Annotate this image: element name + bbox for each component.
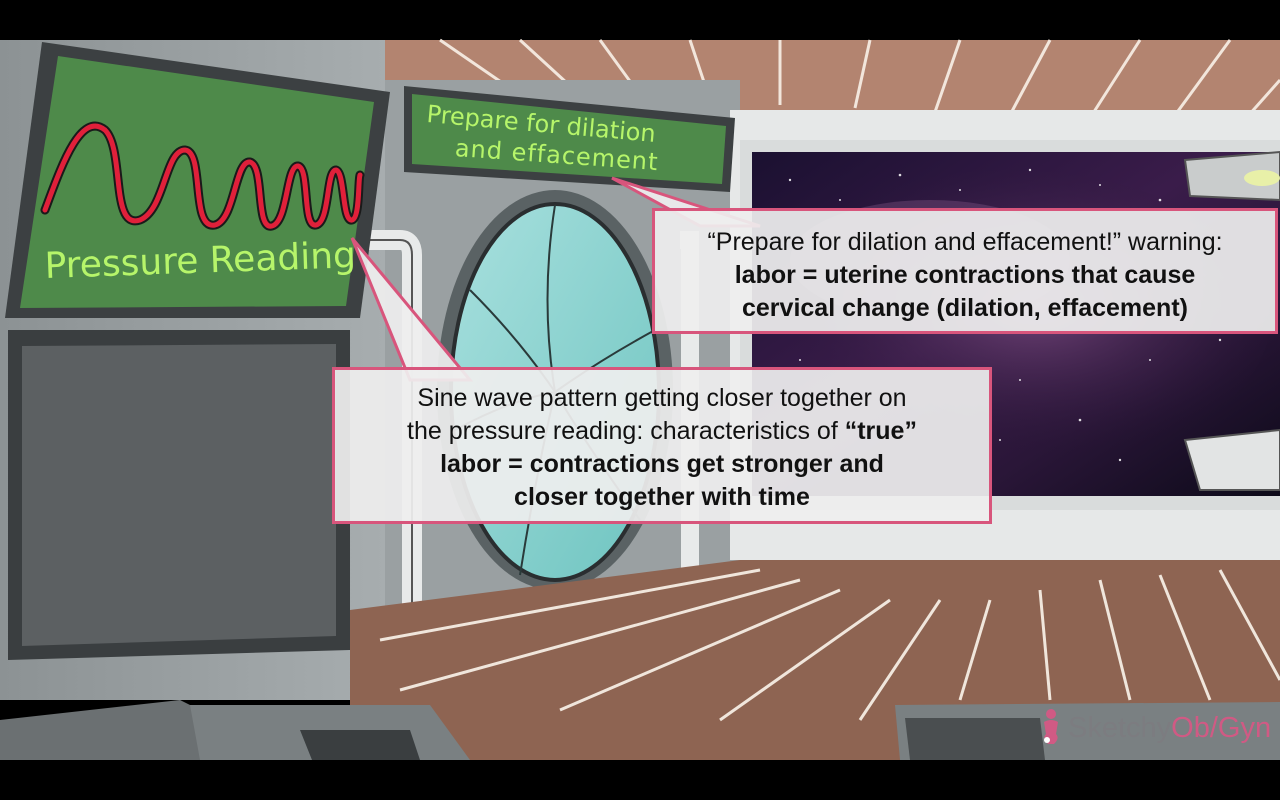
sine-callout-line4: closer together with time	[514, 483, 810, 511]
logo-text-sketchy: Sketchy	[1068, 711, 1172, 744]
dilation-callout: “Prepare for dilation and effacement!” w…	[652, 208, 1278, 334]
figure-icon	[1044, 709, 1058, 744]
dilation-callout-line3: cervical change (dilation, effacement)	[742, 294, 1188, 322]
sine-callout-line2-normal: the pressure reading: characteristics of	[407, 417, 845, 445]
sine-callout-line3: labor = contractions get stronger and	[440, 450, 884, 478]
sine-callout-line2-bold: “true”	[844, 417, 917, 445]
sine-wave-callout: Sine wave pattern getting closer togethe…	[332, 367, 992, 524]
mid-callout-pointer	[350, 237, 474, 382]
sine-callout-line1: Sine wave pattern getting closer togethe…	[417, 384, 907, 412]
dilation-callout-line2: labor = uterine contractions that cause	[734, 261, 1196, 289]
dilation-callout-line1: “Prepare for dilation and effacement!” w…	[707, 228, 1223, 256]
video-frame: Pressure Reading Prepare for dilation an…	[0, 0, 1280, 800]
logo-text-obgyn: Ob/Gyn	[1171, 711, 1272, 744]
sketchy-logo: Sketchy Ob/Gyn	[1040, 706, 1271, 750]
sine-callout-line2: the pressure reading: characteristics of…	[335, 415, 989, 448]
